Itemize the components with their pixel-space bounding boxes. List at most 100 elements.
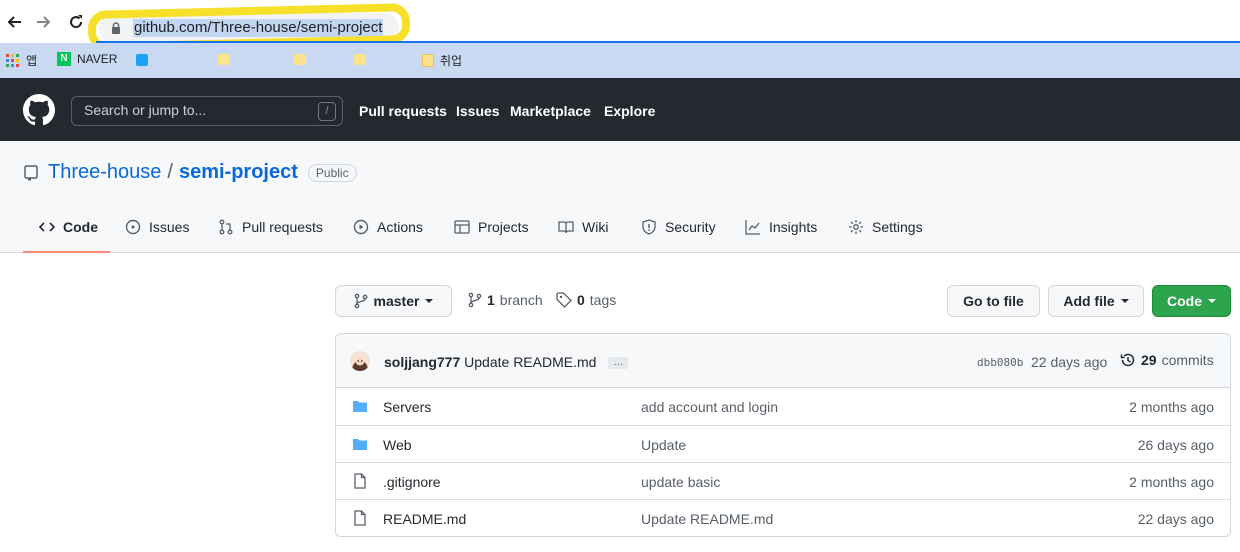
branch-name: master — [373, 293, 420, 309]
tab-label: Security — [665, 219, 716, 235]
history-icon — [1120, 353, 1135, 367]
commit-count-label: commits — [1161, 352, 1214, 368]
search-placeholder: Search or jump to... — [84, 102, 207, 118]
commit-age: 22 days ago — [1031, 354, 1108, 370]
table-row[interactable]: README.md Update README.md 22 days ago — [336, 499, 1230, 536]
folder-icon — [353, 439, 367, 450]
tag-count-label: tags — [589, 292, 617, 308]
bookmarks-bar: 앱 N NAVER 취업 — [0, 43, 1240, 78]
tab-insights[interactable]: Insights — [745, 219, 817, 235]
latest-commit-bar: soljjang777 Update README.md … dbb080b 2… — [336, 334, 1230, 388]
tab-label: Insights — [769, 219, 818, 235]
table-row[interactable]: .gitignore update basic 2 months ago — [336, 462, 1230, 499]
forward-icon[interactable] — [34, 12, 54, 32]
branch-select-button[interactable]: master — [335, 285, 452, 317]
folder-icon — [422, 54, 434, 67]
tag-icon — [556, 292, 572, 308]
folder-icon — [354, 54, 366, 65]
tab-label: Actions — [377, 219, 423, 235]
tab-wiki[interactable]: Wiki — [558, 219, 608, 235]
file-age: 26 days ago — [1137, 437, 1214, 453]
file-commit-message-link[interactable]: Update README.md — [641, 511, 773, 527]
tab-actions[interactable]: Actions — [353, 219, 423, 235]
search-input[interactable]: Search or jump to... / — [71, 96, 343, 126]
branch-count-label: branch — [499, 292, 543, 308]
visibility-badge: Public — [307, 163, 357, 182]
folder-icon — [218, 54, 230, 65]
tags-link[interactable]: 0 tags — [556, 292, 616, 308]
file-icon — [354, 473, 366, 489]
chevron-down-icon — [425, 299, 434, 303]
tab-security[interactable]: Security — [641, 219, 716, 235]
code-button-label: Code — [1167, 293, 1202, 309]
bookmark-label: 취업 — [440, 54, 463, 68]
reload-icon[interactable] — [66, 12, 86, 32]
table-icon — [454, 220, 470, 234]
add-file-button[interactable]: Add file — [1048, 285, 1144, 317]
pull-request-icon — [219, 219, 233, 235]
tab-projects[interactable]: Projects — [454, 219, 529, 235]
commits-link[interactable]: 29 commits — [1120, 352, 1214, 368]
bookmark-obscured[interactable] — [136, 52, 396, 68]
expand-commit-button[interactable]: … — [608, 357, 629, 370]
file-name-link[interactable]: README.md — [383, 511, 466, 527]
tab-code[interactable]: Code — [39, 219, 98, 235]
file-name-link[interactable]: Web — [383, 437, 412, 453]
bookmark-folder-jobs[interactable]: 취업 — [422, 52, 462, 69]
nav-issues[interactable]: Issues — [456, 103, 500, 119]
latest-commit-message: soljjang777 Update README.md … — [384, 354, 629, 370]
graph-icon — [745, 220, 760, 235]
commit-sha-link[interactable]: dbb080b — [977, 356, 1023, 369]
tab-label: Settings — [872, 219, 923, 235]
bookmark-favicon-icon — [136, 54, 148, 66]
bookmark-label: NAVER — [77, 52, 118, 66]
file-age: 2 months ago — [1129, 399, 1214, 415]
branches-link[interactable]: 1 branch — [468, 292, 543, 308]
file-age: 2 months ago — [1129, 474, 1214, 490]
repo-owner-link[interactable]: Three-house — [48, 161, 161, 184]
tab-settings[interactable]: Settings — [848, 219, 923, 235]
branch-icon — [354, 293, 367, 309]
nav-marketplace[interactable]: Marketplace — [510, 103, 591, 119]
code-button[interactable]: Code — [1152, 285, 1231, 317]
github-header: Search or jump to... / Pull requests Iss… — [0, 78, 1240, 141]
avatar[interactable] — [350, 351, 370, 371]
file-icon — [354, 510, 366, 526]
repo-name-link[interactable]: semi-project — [179, 161, 298, 184]
bookmark-apps[interactable]: 앱 — [6, 52, 37, 69]
add-file-label: Add file — [1063, 293, 1115, 309]
tag-count: 0 — [577, 292, 585, 308]
shield-icon — [642, 219, 656, 235]
file-list-box: soljjang777 Update README.md … dbb080b 2… — [335, 333, 1231, 537]
tab-label: Wiki — [582, 219, 609, 235]
tab-pull-requests[interactable]: Pull requests — [218, 219, 323, 235]
tab-label: Pull requests — [242, 219, 323, 235]
file-commit-message-link[interactable]: add account and login — [641, 399, 778, 415]
repo-title: Three-house / semi-project Public — [24, 161, 357, 184]
branch-count: 1 — [487, 292, 495, 308]
nav-pull-requests[interactable]: Pull requests — [359, 103, 447, 119]
bookmark-naver[interactable]: N NAVER — [57, 52, 117, 66]
bookmark-label: 앱 — [26, 54, 38, 68]
file-name-link[interactable]: Servers — [383, 399, 431, 415]
chevron-down-icon — [1120, 299, 1129, 303]
nav-explore[interactable]: Explore — [604, 103, 655, 119]
file-name-link[interactable]: .gitignore — [383, 474, 441, 490]
github-logo-icon[interactable] — [23, 94, 55, 129]
apps-grid-icon — [6, 53, 19, 67]
go-to-file-button[interactable]: Go to file — [947, 285, 1040, 317]
file-commit-message-link[interactable]: update basic — [641, 474, 720, 490]
file-commit-message-link[interactable]: Update — [641, 437, 686, 453]
active-tab-indicator — [23, 251, 110, 253]
commit-author-link[interactable]: soljjang777 — [384, 354, 460, 370]
folder-icon — [353, 401, 367, 412]
table-row[interactable]: Servers add account and login 2 months a… — [336, 388, 1230, 425]
table-row[interactable]: Web Update 26 days ago — [336, 425, 1230, 462]
repo-header: Three-house / semi-project Public Code I… — [0, 141, 1240, 253]
tab-issues[interactable]: Issues — [125, 219, 189, 235]
back-icon[interactable] — [4, 12, 24, 32]
commit-message-link[interactable]: Update README.md — [464, 354, 596, 370]
code-icon — [39, 222, 55, 232]
search-shortcut-key: / — [318, 102, 336, 121]
tab-label: Issues — [149, 219, 190, 235]
